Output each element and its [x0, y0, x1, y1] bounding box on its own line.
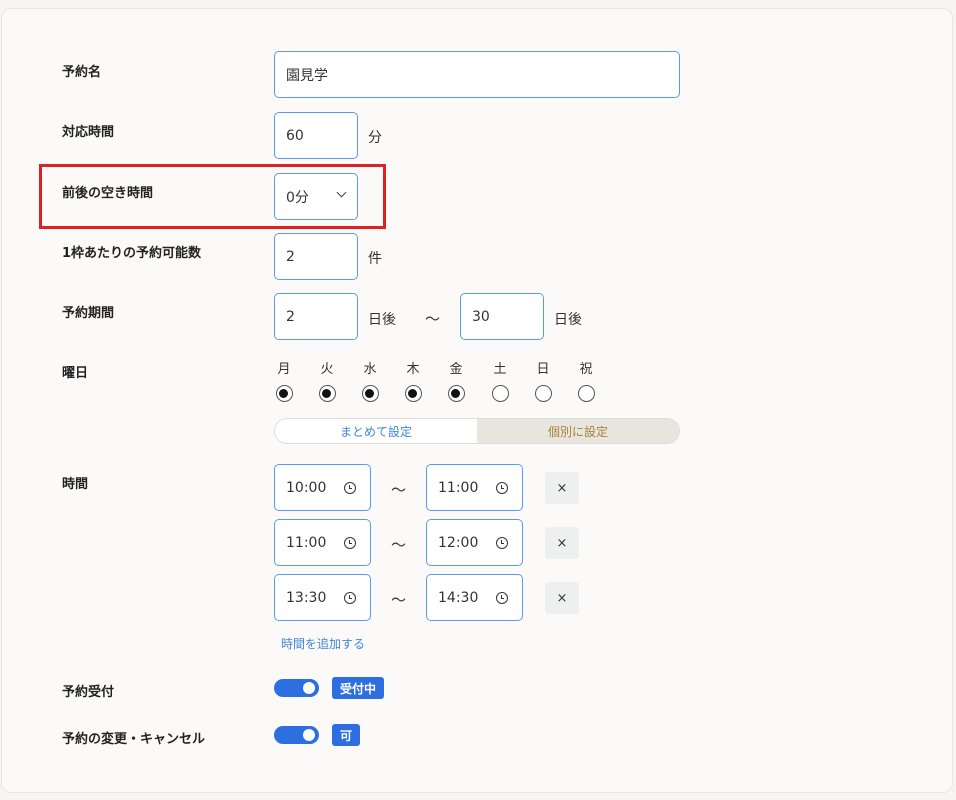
- period-start-unit: 日後: [368, 312, 396, 328]
- weekday-radio[interactable]: [534, 385, 552, 402]
- add-time-link[interactable]: 時間を追加する: [281, 635, 365, 652]
- weekday-wed[interactable]: 水: [359, 358, 381, 406]
- weekdays-label: 曜日: [62, 366, 89, 381]
- capacity-value: 2: [286, 248, 295, 265]
- period-end-input[interactable]: 30: [460, 293, 544, 340]
- time-tilde: 〜: [391, 481, 407, 499]
- weekday-radio[interactable]: [577, 385, 595, 402]
- reservation-name-label: 予約名: [62, 65, 102, 80]
- period-label: 予約期間: [62, 306, 115, 321]
- remove-time-button[interactable]: ×: [545, 472, 579, 504]
- changes-status-badge: 可: [332, 724, 361, 746]
- duration-label: 対応時間: [62, 125, 115, 140]
- accepting-label: 予約受付: [62, 685, 115, 700]
- period-tilde: 〜: [425, 310, 441, 328]
- buffer-value: 0分: [286, 189, 309, 206]
- segment-individual-button[interactable]: 個別に設定: [477, 419, 679, 443]
- times-label: 時間: [62, 477, 89, 492]
- capacity-label: 1枠あたりの予約可能数: [62, 246, 202, 261]
- time-start-input[interactable]: 13:30: [274, 574, 371, 621]
- remove-time-button[interactable]: ×: [545, 582, 579, 614]
- time-end-input[interactable]: 11:00: [426, 464, 523, 511]
- weekday-holiday[interactable]: 祝: [575, 358, 597, 406]
- clock-icon: [496, 592, 508, 604]
- buffer-label: 前後の空き時間: [62, 186, 154, 201]
- weekday-sat[interactable]: 土: [489, 358, 511, 406]
- changes-label: 予約の変更・キャンセル: [62, 732, 206, 747]
- changes-toggle[interactable]: [274, 726, 319, 744]
- weekday-sun[interactable]: 日: [532, 358, 554, 406]
- time-tilde: 〜: [391, 536, 407, 554]
- capacity-input[interactable]: 2: [274, 233, 358, 280]
- period-start-input[interactable]: 2: [274, 293, 358, 340]
- clock-icon: [344, 592, 356, 604]
- weekday-radio[interactable]: [318, 385, 336, 402]
- time-start-value: 11:00: [286, 534, 327, 551]
- chevron-down-icon: [336, 187, 347, 198]
- period-end-value: 30: [472, 308, 490, 325]
- time-end-input[interactable]: 12:00: [426, 519, 523, 566]
- period-end-unit: 日後: [554, 312, 582, 328]
- clock-icon: [496, 537, 508, 549]
- segment-bulk-button[interactable]: まとめて設定: [275, 419, 477, 443]
- weekday-mon[interactable]: 月: [273, 358, 295, 406]
- weekday-label: 祝: [579, 362, 593, 377]
- weekday-radio[interactable]: [275, 385, 293, 402]
- weekday-radio[interactable]: [404, 385, 422, 402]
- reservation-name-input[interactable]: 園見学: [274, 51, 680, 98]
- weekday-label: 土: [493, 362, 507, 377]
- weekday-fri[interactable]: 金: [445, 358, 467, 406]
- duration-value: 60: [286, 127, 304, 144]
- time-start-value: 10:00: [286, 479, 327, 496]
- time-end-input[interactable]: 14:30: [426, 574, 523, 621]
- time-start-value: 13:30: [286, 589, 327, 606]
- time-start-input[interactable]: 10:00: [274, 464, 371, 511]
- weekday-radio[interactable]: [361, 385, 379, 402]
- time-end-value: 11:00: [438, 479, 479, 496]
- setting-mode-segment: まとめて設定 個別に設定: [274, 418, 680, 444]
- accepting-status-badge: 受付中: [332, 677, 385, 699]
- weekday-radio[interactable]: [491, 385, 509, 402]
- accepting-toggle[interactable]: [274, 679, 319, 697]
- weekday-tue[interactable]: 火: [316, 358, 338, 406]
- weekday-label: 火: [320, 362, 334, 377]
- weekday-label: 木: [406, 362, 420, 377]
- time-tilde: 〜: [391, 591, 407, 609]
- duration-unit: 分: [368, 130, 382, 146]
- settings-card: [1, 8, 953, 793]
- weekday-radio[interactable]: [447, 385, 465, 402]
- clock-icon: [344, 537, 356, 549]
- weekday-label: 金: [449, 362, 463, 377]
- remove-time-button[interactable]: ×: [545, 527, 579, 559]
- time-end-value: 14:30: [438, 589, 479, 606]
- capacity-unit: 件: [368, 251, 382, 267]
- period-start-value: 2: [286, 308, 295, 325]
- clock-icon: [344, 482, 356, 494]
- buffer-select[interactable]: 0分: [274, 173, 358, 220]
- weekday-label: 日: [536, 362, 550, 377]
- weekday-thu[interactable]: 木: [402, 358, 424, 406]
- clock-icon: [496, 482, 508, 494]
- time-end-value: 12:00: [438, 534, 479, 551]
- weekday-label: 水: [363, 362, 377, 377]
- duration-input[interactable]: 60: [274, 112, 358, 159]
- time-start-input[interactable]: 11:00: [274, 519, 371, 566]
- weekday-label: 月: [277, 362, 291, 377]
- reservation-name-value: 園見学: [286, 67, 328, 84]
